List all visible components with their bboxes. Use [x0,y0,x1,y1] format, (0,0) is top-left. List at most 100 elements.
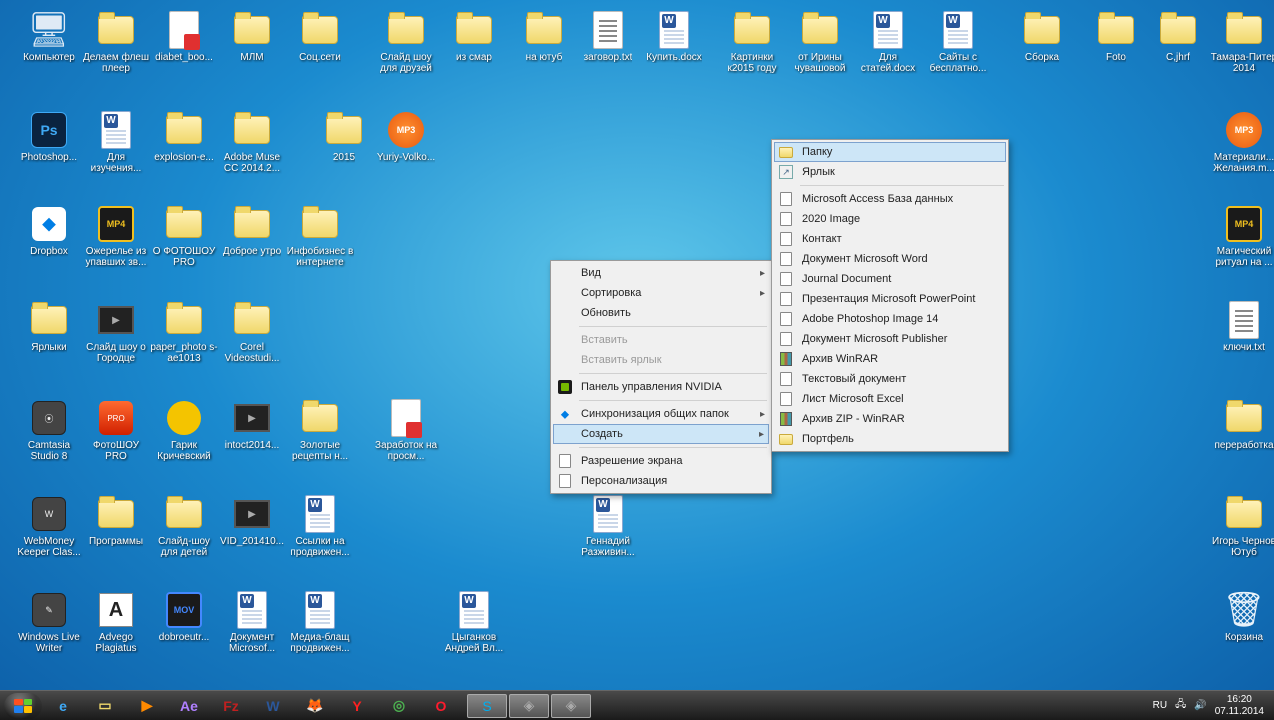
taskbar-running-app1[interactable]: ◈ [509,694,549,718]
start-button[interactable] [4,693,42,719]
desktop-icon[interactable]: Слайд шоу для друзей [372,10,440,74]
taskbar-pinned-ae[interactable]: Ae [169,694,209,718]
desktop-icon[interactable]: Заработок на просм... [372,398,440,462]
system-tray[interactable]: RU 🖧 🔊 16:20 07.11.2014 [1147,694,1270,718]
menu-item[interactable]: Adobe Photoshop Image 14 [774,309,1006,329]
taskbar-pinned-yandex[interactable]: Y [337,694,377,718]
taskbar-pinned-opera[interactable]: O [421,694,461,718]
desktop-icon[interactable]: VID_201410... [218,494,286,547]
desktop-icon[interactable]: 🖥 Компьютер [15,10,83,63]
desktop-icon[interactable]: Foto [1082,10,1150,63]
menu-item[interactable]: Вид [553,263,769,283]
menu-item[interactable]: Папку [774,142,1006,162]
desktop-icon[interactable]: MOV dobroeutr... [150,590,218,643]
menu-item[interactable]: Текстовый документ [774,369,1006,389]
desktop-icon[interactable]: Сборка [1008,10,1076,63]
menu-item[interactable]: Обновить [553,303,769,323]
desktop-icon[interactable]: ключи.txt [1210,300,1274,353]
desktop-icon[interactable]: Гарик Кричевский [150,398,218,462]
menu-item[interactable]: 2020 Image [774,209,1006,229]
menu-item[interactable]: Разрешение экрана [553,451,769,471]
menu-item[interactable]: Документ Microsoft Publisher [774,329,1006,349]
desktop-icon[interactable]: Цыганков Андрей Вл... [440,590,508,654]
taskbar-pinned-word[interactable]: W [253,694,293,718]
desktop-icon[interactable]: MP4 Магический ритуал на ... [1210,204,1274,268]
desktop-icon[interactable]: Ссылки на продвижен... [286,494,354,558]
desktop-icon[interactable]: ✎ Windows Live Writer [15,590,83,654]
menu-item[interactable]: Документ Microsoft Word [774,249,1006,269]
desktop-icon[interactable]: Для изучения... [82,110,150,174]
tray-clock[interactable]: 16:20 07.11.2014 [1215,694,1264,718]
desktop-icon[interactable]: Ps Photoshop... [15,110,83,163]
desktop-icon[interactable]: Медиа-блащ продвижен... [286,590,354,654]
desktop-icon[interactable]: 🗑 Корзина [1210,590,1274,643]
menu-item[interactable]: Контакт [774,229,1006,249]
desktop-icon[interactable]: MP3 Материали... Желания.m... [1210,110,1274,174]
desktop-icon[interactable]: Купить.docx [640,10,708,63]
menu-item[interactable]: Сортировка [553,283,769,303]
desktop-icon[interactable]: MP3 Yuriy-Volko... [372,110,440,163]
desktop-icon[interactable]: Соц.сети [286,10,354,63]
taskbar-running-skype[interactable]: S [467,694,507,718]
taskbar-pinned-filezilla[interactable]: Fz [211,694,251,718]
menu-item[interactable]: Портфель [774,429,1006,449]
desktop-icon[interactable]: Делаем флеш плеер [82,10,150,74]
taskbar-pinned-explorer[interactable]: ▭ [85,694,125,718]
menu-item[interactable]: Journal Document [774,269,1006,289]
menu-item[interactable]: Персонализация [553,471,769,491]
desktop-icon[interactable]: C,jhrf [1144,10,1212,63]
desktop-icon[interactable]: Программы [82,494,150,547]
desktop-icon[interactable]: MP4 Ожерелье из упавших зв... [82,204,150,268]
desktop-icon[interactable]: explosion-e... [150,110,218,163]
menu-item[interactable]: Microsoft Access База данных [774,189,1006,209]
desktop-icon[interactable]: заговор.txt [574,10,642,63]
desktop-icon[interactable]: Инфобизнес в интернете [286,204,354,268]
menu-item[interactable]: Архив WinRAR [774,349,1006,369]
desktop-icon[interactable]: Слайд шоу о Городце [82,300,150,364]
menu-item[interactable]: ↗ Ярлык [774,162,1006,182]
taskbar-pinned-media[interactable]: ▶ [127,694,167,718]
menu-item[interactable]: Лист Microsoft Excel [774,389,1006,409]
desktop-icon[interactable]: МЛМ [218,10,286,63]
desktop-icon[interactable]: Игорь Чернов Ютуб [1210,494,1274,558]
desktop-icon[interactable]: Adobe Muse CC 2014.2... [218,110,286,174]
taskbar-pinned-ie[interactable]: e [43,694,83,718]
desktop-icon[interactable]: от Ирины чувашовой [786,10,854,74]
menu-item[interactable]: Презентация Microsoft PowerPoint [774,289,1006,309]
desktop-icon[interactable]: Доброе утро [218,204,286,257]
desktop-icon[interactable]: intoct2014... [218,398,286,451]
tray-network-icon[interactable]: 🖧 [1175,697,1186,714]
desktop-icon[interactable]: О ФОТОШОУ PRO [150,204,218,268]
desktop-icon[interactable]: Золотые рецепты н... [286,398,354,462]
desktop-icon[interactable]: A Advego Plagiatus [82,590,150,654]
desktop-icon[interactable]: 2015 [310,110,378,163]
taskbar-running-app2[interactable]: ◈ [551,694,591,718]
menu-item[interactable]: ⬥ Синхронизация общих папок [553,404,769,424]
desktop-icon[interactable]: ⬥ Dropbox [15,204,83,257]
tray-lang[interactable]: RU [1153,700,1167,711]
desktop-icon[interactable]: Слайд-шоу для детей [150,494,218,558]
desktop-icon[interactable]: diabet_boo... [150,10,218,63]
tray-volume-icon[interactable]: 🔊 [1194,700,1206,711]
desktop-icon[interactable]: Ярлыки [15,300,83,353]
desktop-icon[interactable]: на ютуб [510,10,578,63]
desktop-icon[interactable]: Картинки к2015 году [718,10,786,74]
menu-item[interactable]: Архив ZIP - WinRAR [774,409,1006,429]
taskbar-pinned-chrome[interactable]: ◎ [379,694,419,718]
desktop-icon[interactable]: Для статей.docx [854,10,922,74]
folder-icon [232,300,272,340]
desktop-icon[interactable]: Тамара-Питер 2014 [1210,10,1274,74]
desktop-icon[interactable]: переработка [1210,398,1274,451]
desktop-icon[interactable]: W WebMoney Keeper Clas... [15,494,83,558]
desktop-icon[interactable]: Документ Microsof... [218,590,286,654]
desktop-icon[interactable]: paper_photo s-ae1013 [150,300,218,364]
desktop-icon[interactable]: Геннадий Разживин... [574,494,642,558]
desktop-icon[interactable]: PRO ФотоШОУ PRO [82,398,150,462]
desktop-icon[interactable]: Corel Videostudi... [218,300,286,364]
desktop-icon[interactable]: Сайты с бесплатно... [924,10,992,74]
desktop-icon[interactable]: ⦿ Сamtasia Studio 8 [15,398,83,462]
menu-item[interactable]: Панель управления NVIDIA [553,377,769,397]
menu-item[interactable]: Создать [553,424,769,444]
taskbar-pinned-firefox[interactable]: 🦊 [295,694,335,718]
desktop-icon[interactable]: из смар [440,10,508,63]
